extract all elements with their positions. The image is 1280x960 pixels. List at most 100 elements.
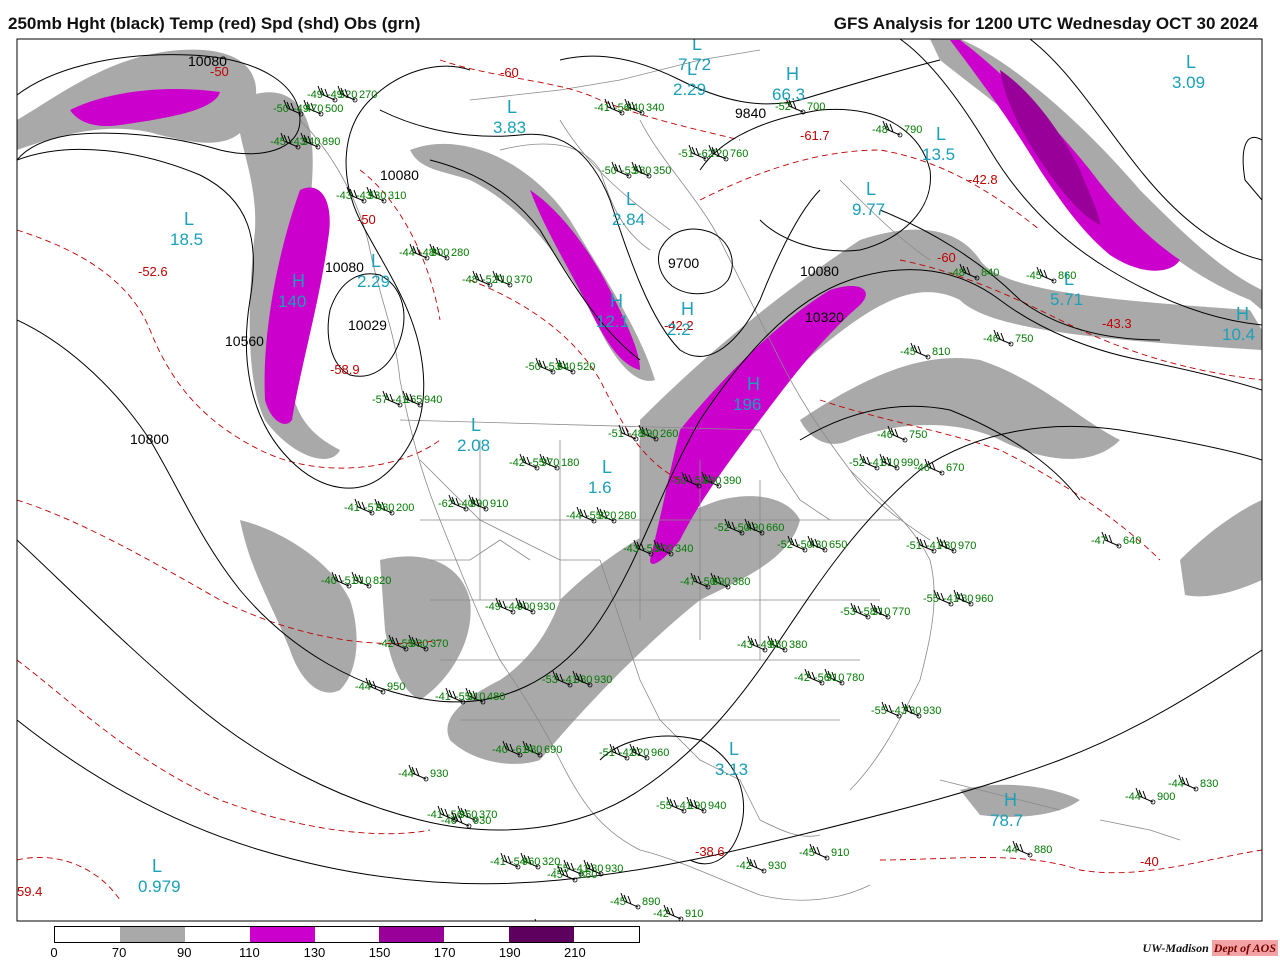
extremum-symbol: H xyxy=(681,299,694,319)
station-temperature: -52 xyxy=(849,457,865,469)
station-height: 960 xyxy=(651,747,669,759)
extremum-value: 2.2 xyxy=(667,320,691,339)
station-height: 980 xyxy=(376,502,394,514)
extremum-symbol: L xyxy=(152,856,162,876)
station-temperature: -51 xyxy=(608,428,624,440)
station-temperature: -42 xyxy=(736,860,752,872)
colorbar-label: 150 xyxy=(368,945,391,960)
station-height: 900 xyxy=(1157,791,1175,803)
station-temperature: -45 xyxy=(270,136,286,148)
station-temperature: -41 xyxy=(344,502,360,514)
station-height: 930 xyxy=(605,863,623,875)
station-height: 350 xyxy=(653,165,671,177)
height-contour-label: 9700 xyxy=(668,255,699,271)
station-temperature: -48 xyxy=(872,124,888,136)
extremum-value: 2.08 xyxy=(457,436,490,455)
station-temperature: -40 xyxy=(321,575,337,587)
station-temperature: -53 xyxy=(840,606,856,618)
station-temperature: -52 xyxy=(714,522,730,534)
station-height: 370 xyxy=(514,274,532,286)
station-temperature: -41 xyxy=(392,394,408,406)
station-height: 900 xyxy=(655,543,673,555)
station-temperature: -45 xyxy=(799,847,815,859)
station-temperature: -43 xyxy=(290,136,306,148)
station-temperature: -49 xyxy=(307,89,323,101)
station-height: 970 xyxy=(541,457,559,469)
station-model: -45 890 xyxy=(610,892,660,910)
station-temperature: -55 xyxy=(923,593,939,605)
colorbar-label: 190 xyxy=(498,945,521,960)
temperature-contour-label: -58.9 xyxy=(330,362,360,377)
station-temperature: -47 xyxy=(1091,535,1107,547)
colorbar-segment xyxy=(119,927,185,942)
extremum-symbol: L xyxy=(371,251,381,271)
station-model: -44 830 xyxy=(1168,774,1218,792)
station-model: -47 640 xyxy=(1091,531,1141,549)
colorbar-segment xyxy=(574,927,640,942)
station-height: 470 xyxy=(305,103,323,115)
station-temperature: -44 xyxy=(355,681,371,693)
station-temperature: -43 xyxy=(891,705,907,717)
station-temperature: -41 xyxy=(490,856,506,868)
station-temperature: -40 xyxy=(492,744,508,756)
station-model: -42 930 xyxy=(736,856,786,874)
station-temperature: -46 xyxy=(441,815,457,827)
station-height: 680 xyxy=(769,639,787,651)
station-height: 950 xyxy=(459,809,477,821)
colorbar-label: 210 xyxy=(564,945,586,960)
colorbar-label: 70 xyxy=(111,945,127,960)
temperature-contour-label: -60 xyxy=(500,65,519,80)
station-model: -44 930 xyxy=(398,764,448,782)
extremum-symbol: H xyxy=(1004,790,1017,810)
station-model: -44 880 xyxy=(1002,840,1052,858)
station-temperature: -40 xyxy=(458,498,474,510)
station-height: 980 xyxy=(524,744,542,756)
extremum-symbol: H xyxy=(610,291,623,311)
station-model: -42 910 xyxy=(653,904,703,921)
station-height: 690 xyxy=(712,576,730,588)
station-height: 890 xyxy=(642,896,660,908)
station-height: 480 xyxy=(487,691,505,703)
extremum-value: 2.29 xyxy=(357,272,390,291)
station-temperature: -42 xyxy=(378,638,394,650)
station-temperature: -45 xyxy=(547,869,563,881)
station-temperature: -48 xyxy=(949,267,965,279)
station-model: -46 750 xyxy=(877,425,927,443)
extremum-symbol: L xyxy=(692,34,702,54)
station-temperature: -57 xyxy=(372,394,388,406)
station-temperature: -45 xyxy=(610,896,626,908)
station-height: 930 xyxy=(537,601,555,613)
station-height: 180 xyxy=(561,457,579,469)
station-height: 340 xyxy=(646,102,664,114)
station-temperature: -43 xyxy=(336,190,352,202)
extremum-symbol: H xyxy=(786,64,799,84)
station-model: -46 670 xyxy=(914,458,964,476)
extremum-value: 1.6 xyxy=(588,478,612,497)
station-height: 960 xyxy=(975,593,993,605)
station-model: -45 810 xyxy=(900,342,950,360)
extremum-value: 18.5 xyxy=(170,230,203,249)
station-temperature: -50 xyxy=(734,522,750,534)
station-height: 030 xyxy=(410,638,428,650)
colorbar-segment xyxy=(509,927,575,942)
extremum-value: 66.3 xyxy=(772,85,805,104)
station-temperature: -49 xyxy=(327,89,343,101)
station-temperature: -41 xyxy=(562,674,578,686)
station-height: 200 xyxy=(396,502,414,514)
station-height: 380 xyxy=(789,639,807,651)
station-height: 490 xyxy=(703,475,721,487)
station-height: 520 xyxy=(577,361,595,373)
extremum-symbol: L xyxy=(866,179,876,199)
extremum-symbol: L xyxy=(687,59,697,79)
speed-colorbar xyxy=(54,926,640,943)
extremum-symbol: L xyxy=(184,209,194,229)
station-temperature: -44 xyxy=(505,601,521,613)
colorbar-segment xyxy=(249,927,315,942)
temperature-contour-label: 59.4 xyxy=(17,884,42,899)
temperature-contour-label: -60 xyxy=(937,250,956,265)
station-temperature: -58 xyxy=(860,606,876,618)
station-temperature: -46 xyxy=(877,429,893,441)
extremum-value: 0.979 xyxy=(138,877,181,896)
station-temperature: -50 xyxy=(797,539,813,551)
height-contour-label: 10320 xyxy=(805,309,844,325)
